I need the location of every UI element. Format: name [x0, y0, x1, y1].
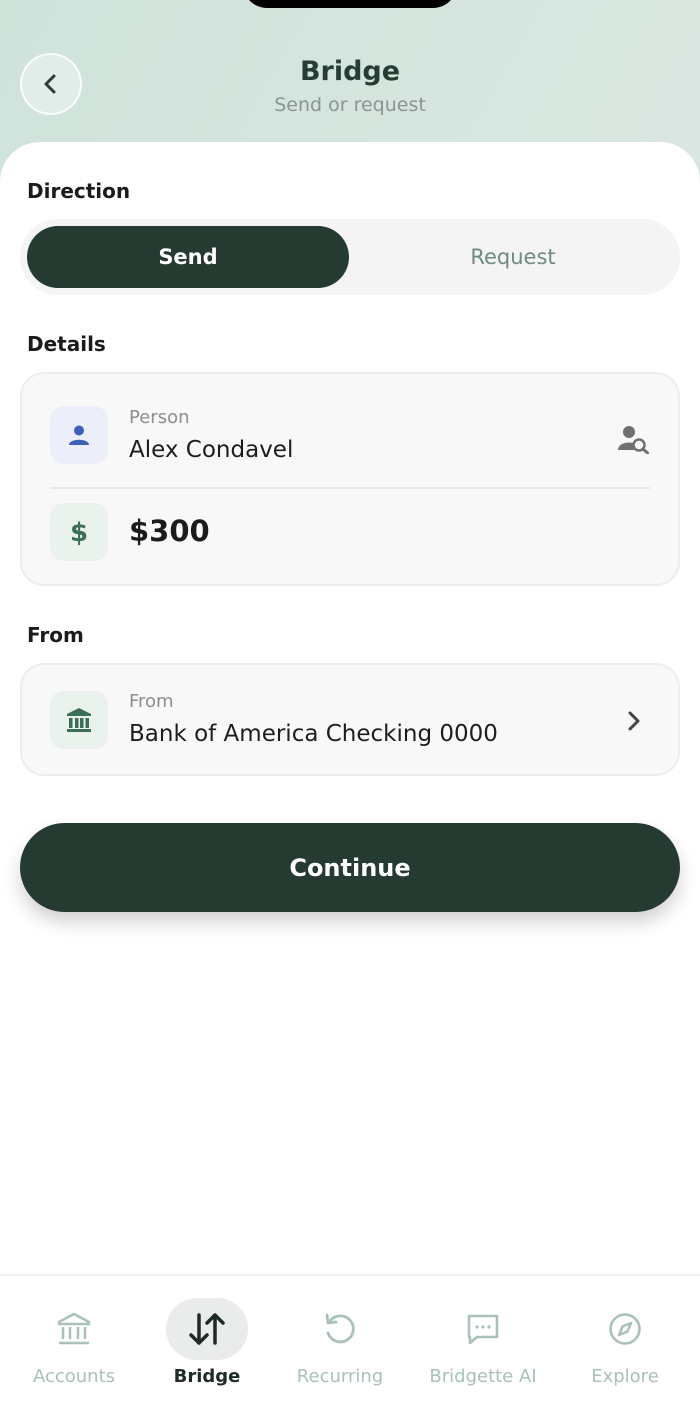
- from-account-card[interactable]: From Bank of America Checking 0000: [20, 663, 680, 776]
- details-label: Details: [27, 332, 106, 356]
- amount-row[interactable]: $ $300: [22, 489, 678, 586]
- chevron-right-icon: [628, 711, 640, 731]
- person-icon: [69, 425, 89, 445]
- continue-button[interactable]: Continue: [20, 823, 680, 912]
- tab-recurring[interactable]: Recurring: [270, 1276, 410, 1428]
- tab-label-bridge: Bridge: [173, 1366, 241, 1387]
- person-field-label: Person: [129, 407, 190, 428]
- recurring-icon: [299, 1298, 381, 1360]
- person-icon-tile: [50, 406, 108, 464]
- from-field-label: From: [129, 691, 174, 712]
- header: Bridge Send or request: [0, 0, 700, 150]
- main-sheet: Direction Send Request Details Person Al…: [0, 142, 700, 1428]
- bank-icon-tile: [50, 691, 108, 749]
- person-row[interactable]: Person Alex Condavel: [22, 374, 678, 487]
- contact-search-icon[interactable]: [618, 424, 650, 454]
- tab-label-explore: Explore: [591, 1366, 659, 1387]
- send-option[interactable]: Send: [27, 226, 349, 288]
- compass-icon: [584, 1298, 666, 1360]
- tab-explore[interactable]: Explore: [555, 1276, 695, 1428]
- dollar-icon: $: [70, 518, 88, 547]
- direction-label: Direction: [27, 179, 131, 203]
- tab-accounts[interactable]: Accounts: [4, 1276, 144, 1428]
- from-account-name: Bank of America Checking 0000: [129, 721, 498, 747]
- amount-value: $300: [129, 514, 210, 548]
- tab-label-bridgette-ai: Bridgette AI: [429, 1366, 537, 1387]
- tab-label-recurring: Recurring: [296, 1366, 384, 1387]
- svg-text:$: $: [70, 518, 88, 547]
- tab-label-accounts: Accounts: [32, 1366, 116, 1387]
- bank-icon: [67, 708, 91, 732]
- bank-icon: [33, 1298, 115, 1360]
- from-section-label: From: [27, 623, 84, 647]
- person-name: Alex Condavel: [129, 437, 294, 463]
- tab-bridge[interactable]: Bridge: [137, 1276, 277, 1428]
- details-card: Person Alex Condavel $ $300: [20, 372, 680, 586]
- tab-bridgette-ai[interactable]: Bridgette AI: [413, 1276, 553, 1428]
- money-icon-tile: $: [50, 503, 108, 561]
- chat-icon: [442, 1298, 524, 1360]
- direction-toggle: Send Request: [20, 219, 680, 295]
- request-option[interactable]: Request: [352, 226, 674, 288]
- swap-arrows-icon: [166, 1298, 248, 1360]
- bottom-tab-bar: Accounts Bridge Recurring Bridgette AI E…: [0, 1274, 700, 1428]
- page-subtitle: Send or request: [274, 94, 426, 116]
- page-title: Bridge: [299, 56, 401, 87]
